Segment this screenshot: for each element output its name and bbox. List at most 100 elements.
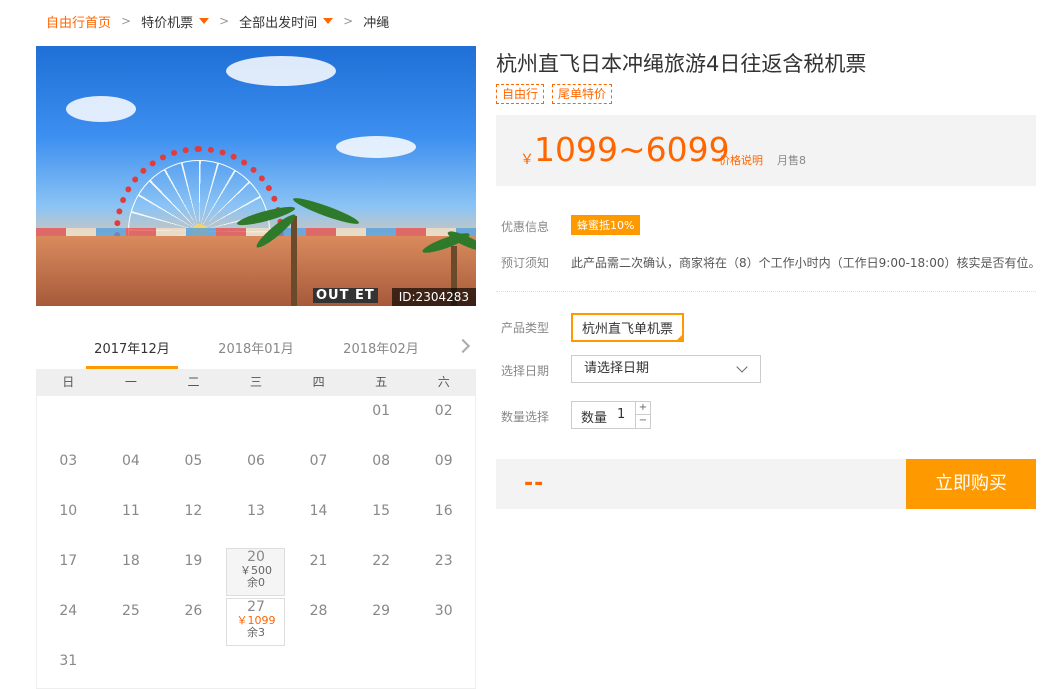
tab-month-1[interactable]: 2017年12月	[86, 333, 178, 369]
date-label: 选择日期	[501, 364, 550, 378]
total-price: --	[524, 471, 545, 496]
quantity-stepper: 数量 1 + −	[571, 401, 651, 429]
weekday-label: 五	[375, 375, 388, 389]
calendar-day-number: 16	[434, 503, 453, 519]
calendar-day-number: 14	[309, 503, 328, 519]
product-tags: 自由行 尾单特价	[496, 84, 613, 104]
product-type-value: 杭州直飞单机票	[582, 322, 674, 337]
purchase-bar: -- 立即购买	[496, 459, 1036, 509]
calendar-day-number: 05	[184, 453, 203, 469]
calendar-day[interactable]: 20 ￥500 余0	[225, 546, 288, 596]
chevron-right-icon: >	[121, 14, 132, 28]
calendar-day-number: 04	[121, 453, 140, 469]
product-type-option[interactable]: 杭州直飞单机票	[571, 313, 685, 342]
quantity-inner-label: 数量	[581, 411, 608, 426]
product-type-label: 产品类型	[501, 321, 550, 335]
next-month-icon[interactable]	[455, 338, 471, 354]
promo-badge: 蜂蜜抵10%	[571, 215, 641, 235]
calendar-day: 02	[412, 396, 475, 446]
calendar-days: 01 02 03 04 05 06 07 08 09 10 11 12 13 14 15 16 17 18 19 20…	[37, 396, 475, 689]
selected-check-icon	[675, 333, 685, 342]
calendar-day-number: 23	[434, 553, 453, 569]
price-note-link[interactable]: 价格说明	[719, 152, 763, 168]
weekday-label: 二	[187, 375, 200, 389]
divider	[496, 291, 1036, 292]
calendar-day-number: 27	[247, 599, 265, 615]
product-image: OUT ET ID:2304283	[36, 46, 476, 306]
quantity-decrement-button[interactable]: −	[635, 415, 650, 428]
calendar-day: 26	[162, 596, 225, 646]
calendar-day: 05	[162, 446, 225, 496]
calendar-day[interactable]: 27 ￥1099 余3	[225, 596, 288, 646]
booking-label: 预订须知	[501, 256, 550, 270]
calendar-day-number: 25	[121, 603, 140, 619]
calendar-day-number: 20	[247, 549, 265, 565]
outlet-sign: OUT ET	[313, 288, 378, 303]
calendar-day: 31	[37, 646, 100, 689]
buy-now-button[interactable]: 立即购买	[906, 459, 1036, 509]
breadcrumb-departure-dropdown[interactable]: 全部出发时间	[239, 12, 334, 31]
tab-month-2[interactable]: 2018年01月	[210, 333, 302, 369]
weekday-label: 六	[437, 375, 450, 389]
calendar-day: 14	[287, 496, 350, 546]
calendar-day-number: 26	[184, 603, 203, 619]
tab-month-3[interactable]: 2018年02月	[335, 333, 427, 369]
calendar-day: 08	[350, 446, 413, 496]
calendar-day-number: 24	[59, 603, 78, 619]
breadcrumb-current: 冲绳	[363, 15, 390, 31]
breadcrumb: 自由行首页 > 特价机票 > 全部出发时间 > 冲绳	[46, 12, 390, 31]
calendar-day: 12	[162, 496, 225, 546]
calendar-day: 15	[350, 496, 413, 546]
calendar-day: 23	[412, 546, 475, 596]
calendar-day-number: 17	[59, 553, 78, 569]
monthly-sales: 月售8	[777, 154, 806, 167]
calendar-day: 29	[350, 596, 413, 646]
calendar-weekdays: 日 一 二 三 四 五 六	[37, 369, 475, 396]
breadcrumb-flights-label: 特价机票	[141, 15, 194, 31]
weekday-label: 四	[312, 375, 325, 389]
calendar-day-number: 21	[309, 553, 328, 569]
price-range: 1099~6099	[534, 130, 730, 169]
calendar-empty-cell	[100, 396, 163, 446]
image-id-label: ID:2304283	[391, 288, 476, 306]
calendar-day: 10	[37, 496, 100, 546]
calendar-day-number: 08	[372, 453, 391, 469]
tag-free-travel: 自由行	[496, 84, 545, 104]
chevron-down-icon	[736, 361, 748, 373]
chevron-right-icon: >	[343, 14, 354, 28]
calendar-day-number: 11	[121, 503, 140, 519]
calendar-month-tabs: 2017年12月 2018年01月 2018年02月	[36, 333, 476, 369]
calendar-empty-cell	[162, 396, 225, 446]
calendar-empty-cell	[287, 396, 350, 446]
quantity-value[interactable]: 1	[617, 407, 625, 422]
calendar-day-number: 07	[309, 453, 328, 469]
calendar-day-number: 15	[372, 503, 391, 519]
price-box: ￥ 1099~6099 价格说明 月售8	[496, 115, 1036, 186]
calendar-day-stock: 余3	[246, 626, 265, 639]
calendar-day-number: 22	[372, 553, 391, 569]
calendar-day-number: 19	[184, 553, 203, 569]
calendar-day: 24	[37, 596, 100, 646]
booking-notice: 此产品需二次确认，商家将在（8）个工作小时内（工作日9:00-18:00）核实是…	[571, 256, 1041, 270]
currency-symbol: ￥	[520, 152, 534, 168]
calendar-day: 19	[162, 546, 225, 596]
breadcrumb-flights-dropdown[interactable]: 特价机票	[141, 12, 210, 31]
calendar-day-number: 03	[59, 453, 78, 469]
date-select[interactable]: 请选择日期	[571, 355, 761, 383]
caret-down-icon	[199, 18, 210, 24]
breadcrumb-home-link[interactable]: 自由行首页	[46, 12, 111, 31]
calendar-day: 13	[225, 496, 288, 546]
weekday-label: 日	[62, 375, 75, 389]
caret-down-icon	[323, 18, 334, 24]
quantity-increment-button[interactable]: +	[635, 402, 650, 415]
calendar-day: 17	[37, 546, 100, 596]
calendar-day: 25	[100, 596, 163, 646]
calendar-day: 16	[412, 496, 475, 546]
date-select-placeholder: 请选择日期	[584, 361, 650, 376]
breadcrumb-departure-label: 全部出发时间	[239, 15, 318, 31]
calendar-day: 09	[412, 446, 475, 496]
calendar-empty-cell	[37, 396, 100, 446]
calendar-day: 07	[287, 446, 350, 496]
calendar-day: 11	[100, 496, 163, 546]
calendar-empty-cell	[225, 396, 288, 446]
